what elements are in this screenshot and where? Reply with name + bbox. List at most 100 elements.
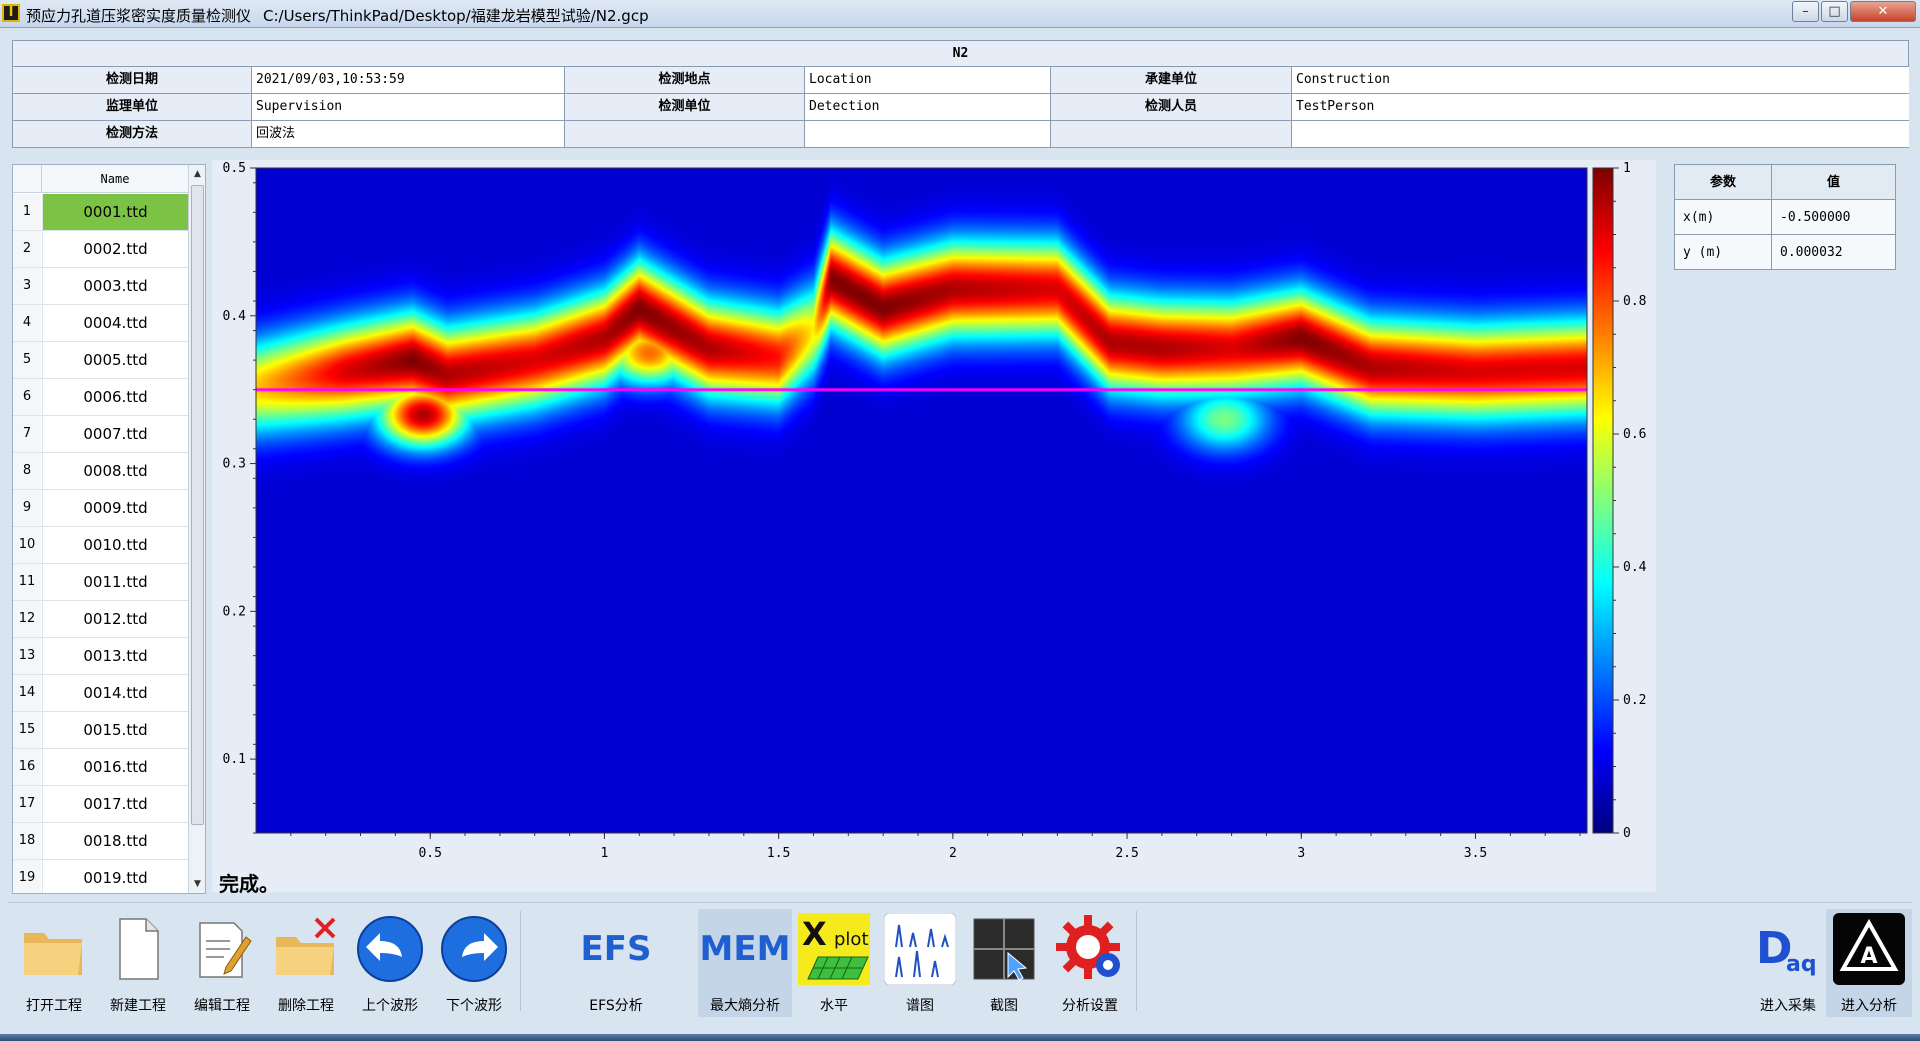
spectrum-icon	[884, 913, 956, 985]
file-name[interactable]: 0010.ttd	[42, 527, 188, 563]
info-label: 监理单位	[13, 94, 252, 121]
file-name[interactable]: 0011.ttd	[42, 564, 188, 600]
list-item[interactable]: 18 0018.ttd	[13, 823, 188, 860]
delete-project-button[interactable]: 删除工程	[268, 909, 344, 1017]
file-name[interactable]: 0003.ttd	[42, 268, 188, 304]
file-name[interactable]: 0016.ttd	[42, 749, 188, 785]
folder-icon	[24, 933, 82, 975]
open-project-button[interactable]: 打开工程	[16, 909, 92, 1017]
file-name[interactable]: 0015.ttd	[42, 712, 188, 748]
row-number: 4	[13, 305, 41, 341]
list-item[interactable]: 15 0015.ttd	[13, 712, 188, 749]
scroll-down-icon[interactable]: ▼	[189, 875, 205, 893]
info-value[interactable]: Construction	[1292, 67, 1909, 94]
list-item[interactable]: 5 0005.ttd	[13, 342, 188, 379]
param-value-x: -0.500000	[1772, 200, 1895, 235]
info-value[interactable]: 回波法	[252, 121, 565, 148]
file-name[interactable]: 0005.ttd	[42, 342, 188, 378]
list-scrollbar[interactable]: ▲ ▼	[188, 165, 205, 893]
row-number: 9	[13, 490, 41, 526]
info-value[interactable]: Supervision	[252, 94, 565, 121]
level-button[interactable]: X plot 水平	[794, 909, 874, 1017]
enter-acquisition-button[interactable]: D aq 进入采集	[1750, 909, 1826, 1017]
screenshot-button[interactable]: 截图	[966, 909, 1042, 1017]
file-name[interactable]: 0014.ttd	[42, 675, 188, 711]
mem-analysis-button[interactable]: MEM 最大熵分析	[698, 909, 792, 1017]
status-text: 完成。	[219, 872, 279, 896]
scroll-thumb[interactable]	[191, 185, 204, 825]
heatmap-chart[interactable]: 0.5 1 1.5 2 2.5 3 3.5 0.1 0.2 0.3 0.4 0.5 0 0.2 0.4 0.6…	[212, 160, 1656, 892]
file-name[interactable]: 0004.ttd	[42, 305, 188, 341]
open-project-label: 打开工程	[26, 998, 82, 1014]
colorbar-frame	[1592, 167, 1614, 834]
file-name[interactable]: 0008.ttd	[42, 453, 188, 489]
row-number: 5	[13, 342, 41, 378]
info-value[interactable]	[1292, 121, 1909, 148]
param-name-x: x(m)	[1675, 200, 1772, 235]
file-name[interactable]: 0019.ttd	[42, 860, 188, 893]
close-button[interactable]: ✕	[1850, 1, 1916, 22]
list-item[interactable]: 12 0012.ttd	[13, 601, 188, 638]
info-label: 检测人员	[1051, 94, 1292, 121]
list-item[interactable]: 7 0007.ttd	[13, 416, 188, 453]
spectrum-label: 谱图	[906, 998, 934, 1014]
file-name[interactable]: 0018.ttd	[42, 823, 188, 859]
list-item[interactable]: 6 0006.ttd	[13, 379, 188, 416]
info-value[interactable]: TestPerson	[1292, 94, 1909, 121]
info-value[interactable]: Detection	[805, 94, 1051, 121]
y-tick-label: 0.2	[223, 604, 246, 619]
column-header-name[interactable]: Name	[41, 165, 188, 193]
file-name[interactable]: 0007.ttd	[42, 416, 188, 452]
daq-icon: D aq	[1756, 923, 1817, 977]
new-project-button[interactable]: 新建工程	[100, 909, 176, 1017]
list-item[interactable]: 11 0011.ttd	[13, 564, 188, 601]
next-waveform-button[interactable]: 下个波形	[436, 909, 512, 1017]
list-item[interactable]: 1 0001.ttd	[13, 194, 188, 231]
scroll-up-icon[interactable]: ▲	[189, 165, 205, 183]
list-item[interactable]: 9 0009.ttd	[13, 490, 188, 527]
analysis-settings-button[interactable]: 分析设置	[1050, 909, 1130, 1017]
file-name[interactable]: 0013.ttd	[42, 638, 188, 674]
file-list[interactable]: Name 1 0001.ttd 2 0002.ttd 3 0003.ttd 4 0004.tt…	[12, 164, 206, 894]
file-name[interactable]: 0017.ttd	[42, 786, 188, 822]
prev-waveform-button[interactable]: 上个波形	[352, 909, 428, 1017]
x-tick-label: 2.5	[1115, 846, 1138, 861]
efs-analysis-button[interactable]: EFS EFS分析	[568, 909, 664, 1017]
edit-document-icon	[199, 922, 252, 978]
list-item[interactable]: 3 0003.ttd	[13, 268, 188, 305]
list-item[interactable]: 13 0013.ttd	[13, 638, 188, 675]
maximize-button[interactable]: □	[1821, 1, 1848, 22]
edit-project-button[interactable]: 编辑工程	[184, 909, 260, 1017]
list-item[interactable]: 17 0017.ttd	[13, 786, 188, 823]
value-header: 值	[1772, 165, 1895, 200]
enter-analysis-button[interactable]: A 进入分析	[1826, 909, 1912, 1017]
list-item[interactable]: 19 0019.ttd	[13, 860, 188, 893]
info-value[interactable]: Location	[805, 67, 1051, 94]
file-name[interactable]: 0001.ttd	[42, 194, 188, 230]
list-item[interactable]: 14 0014.ttd	[13, 675, 188, 712]
file-name[interactable]: 0002.ttd	[42, 231, 188, 267]
info-label: 承建单位	[1051, 67, 1292, 94]
row-number: 2	[13, 231, 41, 267]
new-document-icon	[119, 918, 159, 980]
file-name[interactable]: 0009.ttd	[42, 490, 188, 526]
x-tick-label: 1.5	[767, 846, 790, 861]
file-name[interactable]: 0006.ttd	[42, 379, 188, 415]
list-item[interactable]: 8 0008.ttd	[13, 453, 188, 490]
info-value[interactable]	[805, 121, 1051, 148]
enter-analysis-label: 进入分析	[1841, 998, 1897, 1014]
app-icon: I	[2, 4, 20, 22]
info-value[interactable]: 2021/09/03,10:53:59	[252, 67, 565, 94]
spectrum-button[interactable]: 谱图	[882, 909, 958, 1017]
minimize-button[interactable]: –	[1792, 1, 1819, 22]
file-name[interactable]: 0012.ttd	[42, 601, 188, 637]
row-number: 6	[13, 379, 41, 415]
list-item[interactable]: 16 0016.ttd	[13, 749, 188, 786]
info-label: 检测日期	[13, 67, 252, 94]
row-number: 15	[13, 712, 41, 748]
mem-icon: MEM	[699, 929, 791, 969]
list-item[interactable]: 10 0010.ttd	[13, 527, 188, 564]
list-item[interactable]: 2 0002.ttd	[13, 231, 188, 268]
screenshot-icon	[973, 918, 1035, 981]
list-item[interactable]: 4 0004.ttd	[13, 305, 188, 342]
